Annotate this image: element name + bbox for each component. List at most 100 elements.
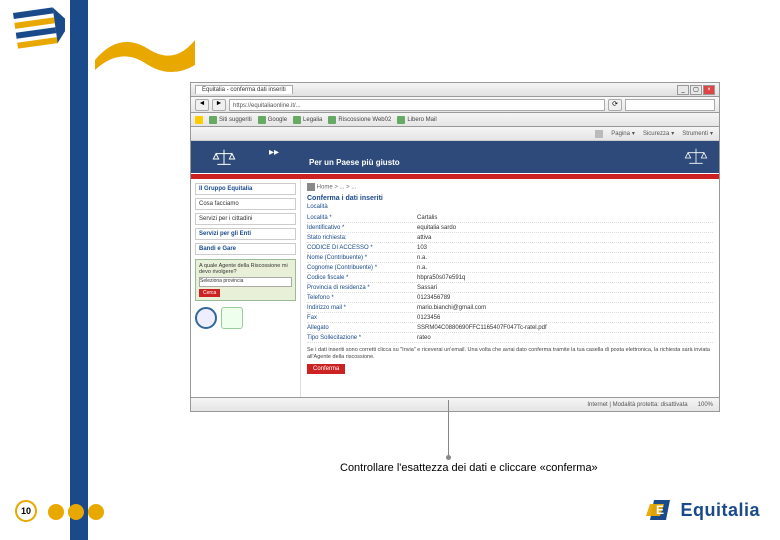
browser-tab-strip: Equitalia - conferma dati inseriti _ ▢ × bbox=[191, 83, 719, 97]
form-summary-table: Località *CartalisIdentificativo *equita… bbox=[307, 213, 713, 343]
dot-icon bbox=[88, 504, 104, 520]
cert-badge-icon bbox=[221, 307, 243, 329]
bookmark-item[interactable]: Libero Mail bbox=[397, 116, 436, 124]
form-row: Tipo Sollecitazione *rateo bbox=[307, 333, 713, 343]
sidebar-item-cosa[interactable]: Cosa facciamo bbox=[195, 198, 296, 210]
address-bar: ◄ ► https://equitaliaonline.it/... ⟳ bbox=[191, 97, 719, 113]
back-button[interactable]: ◄ bbox=[195, 99, 209, 111]
sidebar-item-gruppo[interactable]: Il Gruppo Equitalia bbox=[195, 183, 296, 195]
form-value: equitalia sardo bbox=[417, 225, 713, 231]
form-label: Stato richiesta: bbox=[307, 235, 417, 241]
form-value: Cartalis bbox=[417, 215, 713, 221]
agent-box-text: A quale Agente della Riscossione mi devo… bbox=[199, 263, 292, 275]
form-row: AllegatoSSRM04C0880690FFC1165407F047Tc-r… bbox=[307, 323, 713, 333]
search-agent-button[interactable]: Cerca bbox=[199, 289, 220, 297]
agent-finder-box: A quale Agente della Riscossione mi devo… bbox=[195, 259, 296, 301]
home-icon bbox=[595, 130, 603, 138]
form-value: mario.bianchi@gmail.com bbox=[417, 305, 713, 311]
form-label: CODICE DI ACCESSO * bbox=[307, 245, 417, 251]
form-row: Provincia di residenza *Sassari bbox=[307, 283, 713, 293]
bookmark-icon bbox=[293, 116, 301, 124]
page-menu[interactable]: Pagina ▾ bbox=[611, 130, 635, 137]
callout-dot bbox=[446, 455, 451, 460]
form-row: Identificativo *equitalia sardo bbox=[307, 223, 713, 233]
browser-tab[interactable]: Equitalia - conferma dati inseriti bbox=[195, 85, 293, 94]
form-row: Località *Cartalis bbox=[307, 213, 713, 223]
bookmark-label: Siti suggeriti bbox=[219, 117, 252, 123]
panel-subtitle: Località bbox=[307, 204, 713, 210]
bookmark-icon bbox=[397, 116, 405, 124]
form-label: Codice fiscale * bbox=[307, 275, 417, 281]
yellow-wave-shape bbox=[90, 25, 200, 75]
maximize-button[interactable]: ▢ bbox=[690, 85, 702, 95]
browser-search-input[interactable] bbox=[625, 99, 715, 111]
form-label: Nome (Contribuente) * bbox=[307, 255, 417, 261]
toolbar-label: Sicurezza bbox=[643, 131, 669, 137]
certification-logos bbox=[195, 307, 296, 329]
sidebar-item-cittadini[interactable]: Servizi per i cittadini bbox=[195, 213, 296, 225]
confirm-button[interactable]: Conferma bbox=[307, 364, 345, 374]
breadcrumb-text: Home > ... > ... bbox=[317, 185, 357, 191]
bookmark-label: Google bbox=[268, 117, 287, 123]
form-row: Nome (Contribuente) *n.a. bbox=[307, 253, 713, 263]
form-label: Identificativo * bbox=[307, 225, 417, 231]
form-row: Stato richiesta:attiva bbox=[307, 233, 713, 243]
slide-footer: 10 E Equitalia bbox=[0, 490, 780, 530]
form-row: Fax0123456 bbox=[307, 313, 713, 323]
favorites-icon bbox=[195, 116, 203, 124]
ie-command-bar: Pagina ▾ Sicurezza ▾ Strumenti ▾ bbox=[191, 127, 719, 141]
form-value: attiva bbox=[417, 235, 713, 241]
equitalia-mark-icon: E bbox=[646, 496, 674, 524]
form-label: Allegato bbox=[307, 325, 417, 331]
form-value: hbpra50s07e591q bbox=[417, 275, 713, 281]
equitalia-logo: E Equitalia bbox=[646, 496, 760, 524]
dot-icon bbox=[68, 504, 84, 520]
home-icon bbox=[307, 183, 315, 191]
sidebar-item-bandi[interactable]: Bandi e Gare bbox=[195, 243, 296, 255]
dot-icon bbox=[48, 504, 64, 520]
breadcrumb[interactable]: Home > ... > ... bbox=[307, 183, 713, 191]
callout-line bbox=[448, 400, 449, 458]
url-input[interactable]: https://equitaliaonline.it/... bbox=[229, 99, 605, 111]
form-row: CODICE DI ACCESSO *103 bbox=[307, 243, 713, 253]
zoom-level[interactable]: 100% bbox=[698, 402, 713, 408]
sidebar-item-enti[interactable]: Servizi per gli Enti bbox=[195, 228, 296, 240]
tools-menu[interactable]: Strumenti ▾ bbox=[682, 130, 713, 137]
bookmark-item[interactable]: Siti suggeriti bbox=[209, 116, 252, 124]
bookmark-label: Riscossione Web02 bbox=[338, 117, 391, 123]
slide-logo-stripes bbox=[5, 5, 65, 65]
form-label: Tipo Sollecitazione * bbox=[307, 335, 417, 341]
status-text: Internet | Modalità protetta: disattivat… bbox=[587, 402, 687, 408]
province-select[interactable]: Seleziona provincia bbox=[199, 277, 292, 287]
safety-menu[interactable]: Sicurezza ▾ bbox=[643, 130, 674, 137]
close-button[interactable]: × bbox=[703, 85, 715, 95]
minimize-button[interactable]: _ bbox=[677, 85, 689, 95]
bookmark-item[interactable]: Legalia bbox=[293, 116, 322, 124]
form-value: 103 bbox=[417, 245, 713, 251]
slogan-arrows-icon: ▸▸ bbox=[269, 147, 400, 158]
forward-button[interactable]: ► bbox=[212, 99, 226, 111]
bookmark-label: Legalia bbox=[303, 117, 322, 123]
site-header: ▸▸ Per un Paese più giusto bbox=[191, 141, 719, 173]
bookmark-item[interactable]: Riscossione Web02 bbox=[328, 116, 391, 124]
page-number: 10 bbox=[15, 500, 37, 522]
bookmarks-bar: Siti suggeriti Google Legalia Riscossion… bbox=[191, 113, 719, 127]
browser-status-bar: Internet | Modalità protetta: disattivat… bbox=[191, 397, 719, 411]
form-value: SSRM04C0880690FFC1165407F047Tc-ratel.pdf bbox=[417, 325, 713, 331]
form-value: Sassari bbox=[417, 285, 713, 291]
toolbar-label: Strumenti bbox=[682, 131, 708, 137]
bookmark-icon bbox=[328, 116, 336, 124]
site-slogan: Per un Paese più giusto bbox=[309, 158, 400, 167]
form-label: Provincia di residenza * bbox=[307, 285, 417, 291]
form-row: Telefono *0123456789 bbox=[307, 293, 713, 303]
form-label: Cognome (Contribuente) * bbox=[307, 265, 417, 271]
form-value: rateo bbox=[417, 335, 713, 341]
equitalia-wordmark: Equitalia bbox=[680, 500, 760, 521]
browser-window: Equitalia - conferma dati inseriti _ ▢ ×… bbox=[190, 82, 720, 412]
form-row: Indirizzo mail *mario.bianchi@gmail.com bbox=[307, 303, 713, 313]
refresh-button[interactable]: ⟳ bbox=[608, 99, 622, 111]
home-button[interactable] bbox=[595, 130, 603, 138]
bookmark-item[interactable]: Google bbox=[258, 116, 287, 124]
form-value: n.a. bbox=[417, 255, 713, 261]
form-value: 0123456 bbox=[417, 315, 713, 321]
